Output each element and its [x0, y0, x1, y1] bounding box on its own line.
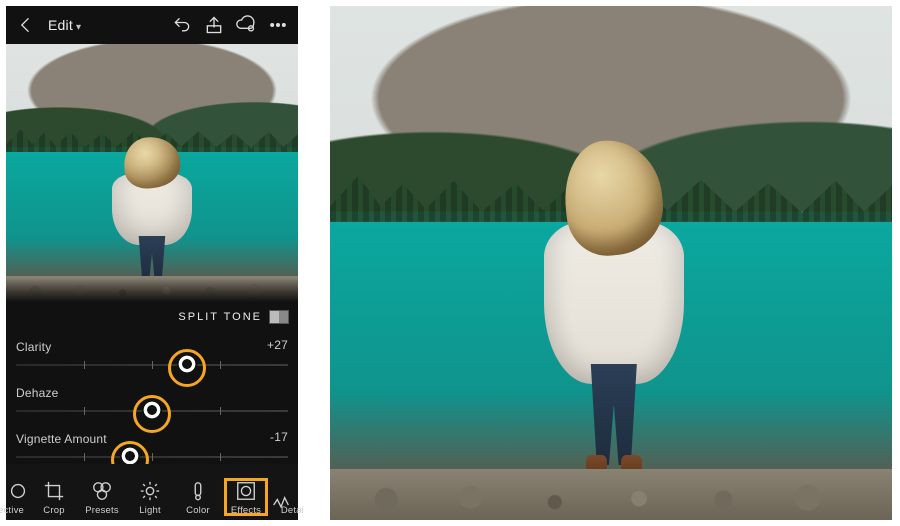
phone-app: Edit▾ [6, 6, 298, 520]
presets-icon [91, 480, 113, 502]
slider-track[interactable] [16, 456, 288, 458]
tool-label: Presets [85, 505, 119, 516]
split-tone-label: SPLIT TONE [178, 311, 262, 323]
tool-label: Effects [231, 505, 261, 516]
selective-icon [7, 480, 29, 502]
slider-thumb[interactable] [142, 401, 162, 421]
undo-icon[interactable] [172, 15, 192, 35]
photo-subject [108, 137, 196, 287]
tool-effects[interactable]: Effects [222, 480, 270, 516]
tool-label: ective [0, 505, 24, 516]
back-icon[interactable] [16, 15, 36, 35]
tool-selective-cut[interactable]: x ective [6, 480, 30, 516]
tool-label: Light [139, 505, 161, 516]
split-tone-icon [270, 311, 288, 323]
tool-label: Detai [281, 505, 304, 516]
photo-subject [538, 140, 690, 479]
slider-label: Clarity [16, 340, 51, 354]
tool-presets[interactable]: Presets [78, 480, 126, 516]
tool-label: Color [186, 505, 210, 516]
slider-track[interactable] [16, 410, 288, 412]
crop-icon [43, 480, 65, 502]
tool-detail-cut[interactable]: Detai [270, 494, 294, 516]
light-icon [139, 480, 161, 502]
bottom-toolbar: x ective Crop Presets Light Color Eff [6, 464, 298, 520]
top-bar: Edit▾ [6, 6, 298, 44]
tool-color[interactable]: Color [174, 480, 222, 516]
mode-label[interactable]: Edit▾ [48, 17, 81, 33]
chevron-down-icon: ▾ [76, 22, 81, 33]
color-icon [187, 480, 209, 502]
tool-crop[interactable]: Crop [30, 480, 78, 516]
viewport-fade [6, 278, 298, 302]
share-icon[interactable] [204, 15, 224, 35]
split-tone-button[interactable]: SPLIT TONE [6, 302, 298, 332]
image-viewport[interactable] [6, 44, 298, 302]
photo-large [330, 6, 892, 520]
slider-label: Dehaze [16, 386, 59, 400]
effects-icon [235, 480, 257, 502]
slider-thumb[interactable] [177, 355, 197, 375]
mode-label-text: Edit [48, 17, 73, 33]
slider-dehaze: Dehaze [16, 380, 288, 426]
slider-track[interactable] [16, 364, 288, 366]
slider-value: +27 [267, 338, 288, 352]
cloud-sync-icon[interactable] [236, 15, 256, 35]
slider-clarity: Clarity +27 [16, 334, 288, 380]
slider-label: Vignette Amount [16, 432, 107, 446]
tool-label: Crop [43, 505, 64, 516]
result-photo [330, 6, 892, 520]
tool-light[interactable]: Light [126, 480, 174, 516]
stage: { "header": { "back": "‹", "title": "Edi… [0, 0, 900, 526]
slider-value: -17 [270, 430, 288, 444]
more-icon[interactable] [268, 15, 288, 35]
photo-preview [6, 44, 298, 302]
